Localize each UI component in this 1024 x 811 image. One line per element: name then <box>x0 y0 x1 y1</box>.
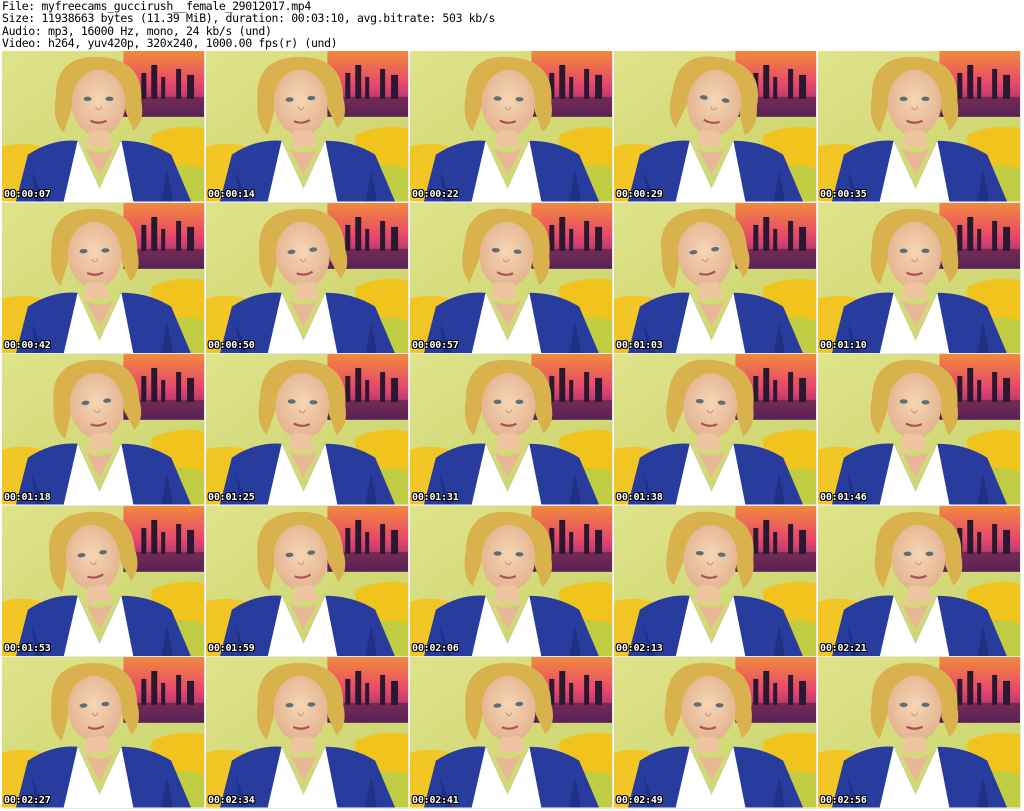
frame-timestamp: 00:00:50 <box>208 340 255 351</box>
frame-timestamp: 00:00:14 <box>208 188 255 200</box>
frame-image <box>2 202 204 353</box>
frame-image <box>206 657 408 808</box>
frame-image <box>410 202 612 353</box>
video-frame-thumbnail: 00:02:56 <box>818 657 1021 809</box>
file-info-header: File: myfreecams_guccirush__female_29012… <box>0 0 1024 50</box>
video-frame-thumbnail: 00:01:31 <box>410 354 613 506</box>
frame-image <box>614 202 816 353</box>
video-frame-thumbnail: 00:02:34 <box>206 657 409 809</box>
frame-image <box>2 505 204 656</box>
frame-timestamp: 00:01:46 <box>820 491 867 503</box>
frame-image <box>818 505 1020 656</box>
frame-timestamp: 00:02:49 <box>616 794 663 806</box>
frame-image <box>206 505 408 656</box>
file-size-line: Size: 11938663 bytes (11.39 MiB), durati… <box>2 11 496 26</box>
frame-timestamp: 00:02:41 <box>412 794 459 806</box>
frame-image <box>818 657 1020 808</box>
video-frame-thumbnail: 00:00:22 <box>410 51 613 203</box>
video-frame-thumbnail: 00:02:21 <box>818 505 1021 657</box>
frame-timestamp: 00:01:18 <box>4 491 51 503</box>
frame-timestamp: 00:01:10 <box>820 340 867 351</box>
frame-image <box>2 657 204 808</box>
video-frame-thumbnail: 00:02:06 <box>410 505 613 657</box>
frame-timestamp: 00:02:13 <box>616 643 663 654</box>
frame-timestamp: 00:01:03 <box>616 340 663 351</box>
video-frame-thumbnail: 00:01:10 <box>818 202 1021 354</box>
frame-image <box>206 202 408 353</box>
video-frame-thumbnail: 00:01:46 <box>818 354 1021 506</box>
thumbnail-grid: 00:00:07 00:00:14 00:00:22 00:00:29 00:0… <box>2 51 1022 809</box>
frame-timestamp: 00:00:42 <box>4 340 51 351</box>
frame-image <box>614 354 816 505</box>
video-frame-thumbnail: 00:01:18 <box>2 354 205 506</box>
video-frame-thumbnail: 00:02:27 <box>2 657 205 809</box>
frame-timestamp: 00:02:56 <box>820 794 867 806</box>
frame-image <box>818 202 1020 353</box>
video-info-line: Video: h264, yuv420p, 320x240, 1000.00 f… <box>2 35 338 50</box>
frame-image <box>410 51 612 202</box>
video-frame-thumbnail: 00:02:49 <box>614 657 817 809</box>
video-frame-thumbnail: 00:00:42 <box>2 202 205 354</box>
frame-image <box>410 657 612 808</box>
frame-timestamp: 00:00:35 <box>820 188 867 200</box>
video-frame-thumbnail: 00:01:38 <box>614 354 817 506</box>
frame-image <box>614 51 816 202</box>
frame-timestamp: 00:02:27 <box>4 794 51 806</box>
frame-timestamp: 00:00:22 <box>412 188 459 200</box>
video-frame-thumbnail: 00:02:41 <box>410 657 613 809</box>
video-frame-thumbnail: 00:01:03 <box>614 202 817 354</box>
frame-image <box>614 657 816 808</box>
frame-timestamp: 00:01:53 <box>4 643 51 654</box>
video-frame-thumbnail: 00:01:59 <box>206 505 409 657</box>
video-frame-thumbnail: 00:00:35 <box>818 51 1021 203</box>
frame-image <box>818 51 1020 202</box>
frame-image <box>410 505 612 656</box>
frame-image <box>410 354 612 505</box>
video-frame-thumbnail: 00:00:14 <box>206 51 409 203</box>
frame-timestamp: 00:00:29 <box>616 188 663 200</box>
frame-image <box>206 51 408 202</box>
frame-timestamp: 00:01:31 <box>412 491 459 503</box>
frame-timestamp: 00:01:25 <box>208 491 255 503</box>
video-frame-thumbnail: 00:01:53 <box>2 505 205 657</box>
video-frame-thumbnail: 00:00:29 <box>614 51 817 203</box>
video-frame-thumbnail: 00:02:13 <box>614 505 817 657</box>
frame-image <box>614 505 816 656</box>
video-frame-thumbnail: 00:00:50 <box>206 202 409 354</box>
frame-timestamp: 00:01:59 <box>208 643 255 654</box>
frame-timestamp: 00:00:57 <box>412 340 459 351</box>
frame-image <box>818 354 1020 505</box>
frame-timestamp: 00:02:21 <box>820 643 867 654</box>
frame-image <box>2 354 204 505</box>
video-frame-thumbnail: 00:00:57 <box>410 202 613 354</box>
frame-timestamp: 00:02:06 <box>412 643 459 654</box>
video-frame-thumbnail: 00:01:25 <box>206 354 409 506</box>
frame-image <box>206 354 408 505</box>
frame-timestamp: 00:01:38 <box>616 491 663 503</box>
video-frame-thumbnail: 00:00:07 <box>2 51 205 203</box>
frame-image <box>2 51 204 202</box>
frame-timestamp: 00:00:07 <box>4 188 51 200</box>
frame-timestamp: 00:02:34 <box>208 794 255 806</box>
